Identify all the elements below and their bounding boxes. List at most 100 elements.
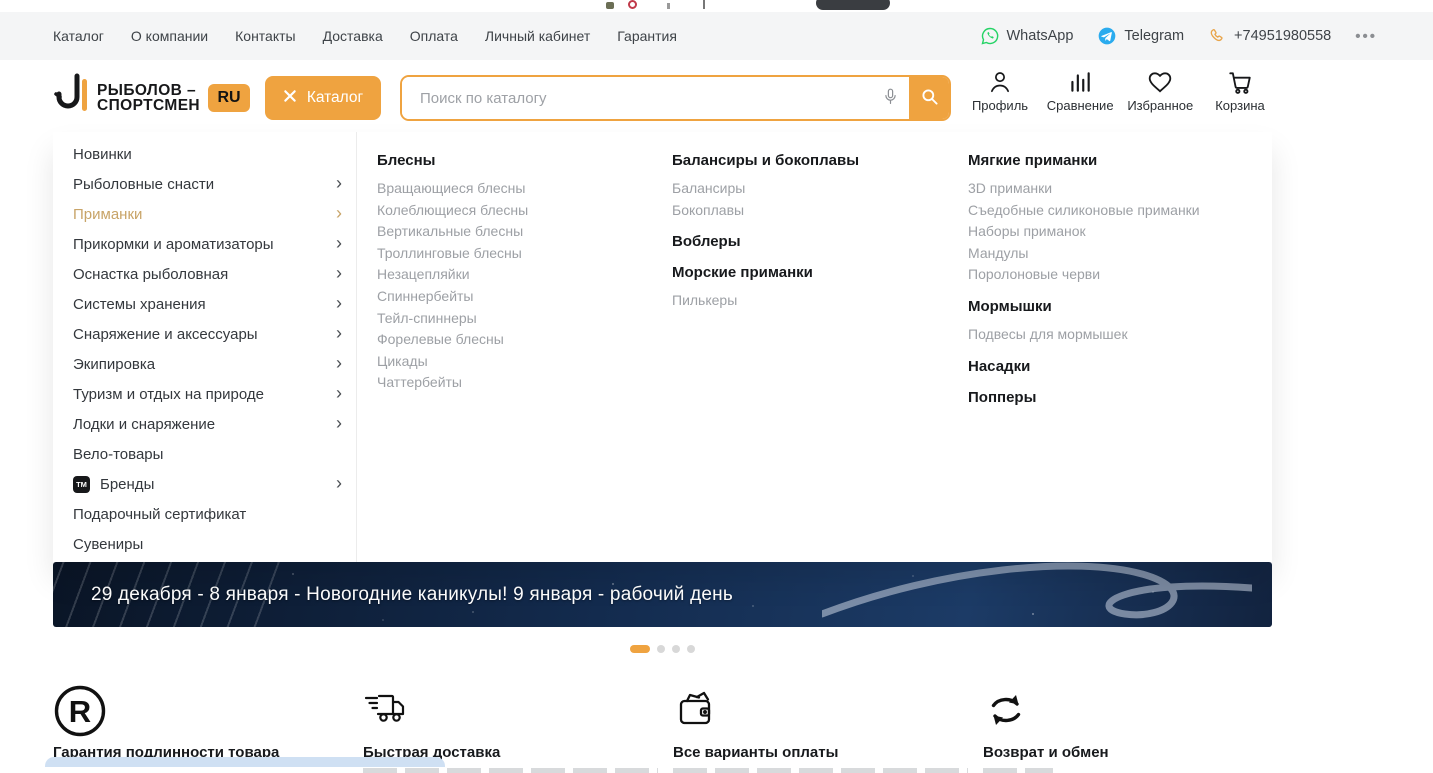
banner-swirl-decoration (822, 562, 1252, 627)
submenu-group: Мормышки Подвесы для мормышек (968, 296, 1252, 346)
submenu-title[interactable]: Попперы (968, 387, 1252, 408)
sidebar-item-label: Бренды (100, 476, 154, 493)
carousel-dot[interactable] (630, 645, 650, 653)
topbar-link[interactable]: Каталог (53, 28, 104, 44)
sidebar-item[interactable]: Лодки и снаряжение› (53, 409, 356, 439)
search-icon (920, 87, 939, 109)
telegram-link[interactable]: Telegram (1097, 26, 1184, 46)
cart-icon (1227, 69, 1253, 95)
browser-artifact-icon (667, 3, 670, 9)
submenu-item[interactable]: Поролоновые черви (968, 264, 1252, 286)
sidebar-item[interactable]: Туризм и отдых на природе› (53, 379, 356, 409)
submenu-item[interactable]: Колеблющиеся блесны (377, 200, 652, 222)
heart-icon (1147, 69, 1173, 95)
promo-banner[interactable]: 29 декабря - 8 января - Новогодние каник… (53, 562, 1272, 627)
submenu-item[interactable]: Бокоплавы (672, 200, 948, 222)
submenu-item[interactable]: Наборы приманок (968, 221, 1252, 243)
submenu-group: Балансиры и бокоплавы БалансирыБокоплавы (672, 150, 948, 221)
catalog-button[interactable]: Каталог (265, 76, 381, 120)
compare-button[interactable]: Сравнение (1047, 69, 1114, 113)
submenu-item[interactable]: Форелевые блесны (377, 329, 652, 351)
submenu-item[interactable]: Вращающиеся блесны (377, 178, 652, 200)
submenu-item[interactable]: Вертикальные блесны (377, 221, 652, 243)
submenu-title[interactable]: Морские приманки (672, 262, 948, 283)
browser-artifact-icon (628, 0, 637, 9)
submenu-group: Насадки (968, 356, 1252, 377)
chevron-right-icon: › (336, 294, 342, 312)
submenu-title[interactable]: Воблеры (672, 231, 948, 252)
submenu-item[interactable]: Спиннербейты (377, 286, 652, 308)
tm-badge-icon: TM (73, 476, 90, 493)
submenu-item[interactable]: Тейл-спиннеры (377, 308, 652, 330)
search-input[interactable] (402, 77, 871, 119)
search-submit-button[interactable] (909, 77, 949, 119)
browser-tab-pill (816, 0, 890, 10)
chevron-right-icon: › (336, 324, 342, 342)
profile-button[interactable]: Профиль (967, 69, 1033, 113)
carousel-dot[interactable] (672, 645, 680, 653)
sidebar-item[interactable]: Подарочный сертификат (53, 499, 356, 529)
submenu-item[interactable]: Чаттербейты (377, 372, 652, 394)
topbar-links: Каталог О компании Контакты Доставка Оплата Л… (53, 28, 677, 44)
submenu-column-3: Мягкие приманки 3D приманкиСъедобные сили… (948, 150, 1252, 562)
user-icon (987, 69, 1013, 95)
whatsapp-icon (980, 26, 1000, 46)
submenu-item[interactable]: 3D приманки (968, 178, 1252, 200)
more-menu-button[interactable]: ••• (1355, 28, 1377, 45)
sidebar-item[interactable]: TMБренды› (53, 469, 356, 499)
close-icon (283, 89, 297, 108)
clipped-subtext (363, 768, 658, 773)
carousel-dot[interactable] (657, 645, 665, 653)
browser-artifact-icon (703, 0, 705, 9)
cart-button[interactable]: Корзина (1207, 69, 1273, 113)
submenu-item[interactable]: Подвесы для мормышек (968, 324, 1252, 346)
topbar-link[interactable]: Гарантия (617, 28, 677, 44)
sidebar-item[interactable]: Системы хранения› (53, 289, 356, 319)
topbar-link[interactable]: О компании (131, 28, 208, 44)
submenu-title[interactable]: Насадки (968, 356, 1252, 377)
sidebar-item-label: Подарочный сертификат (73, 506, 246, 523)
carousel-dot[interactable] (687, 645, 695, 653)
phone-link[interactable]: +74951980558 (1208, 27, 1331, 46)
topbar-link[interactable]: Личный кабинет (485, 28, 590, 44)
topbar-link[interactable]: Доставка (323, 28, 383, 44)
topbar-link[interactable]: Оплата (410, 28, 458, 44)
submenu-item[interactable]: Пилькеры (672, 290, 948, 312)
submenu-title[interactable]: Блесны (377, 150, 652, 171)
cart-label: Корзина (1215, 98, 1265, 113)
sidebar-item[interactable]: Вело-товары (53, 439, 356, 469)
submenu-item[interactable]: Незацепляйки (377, 264, 652, 286)
voice-search-button[interactable] (871, 77, 909, 119)
sidebar-item[interactable]: Экипировка› (53, 349, 356, 379)
submenu-title[interactable]: Мягкие приманки (968, 150, 1252, 171)
submenu-title[interactable]: Балансиры и бокоплавы (672, 150, 948, 171)
sidebar-item[interactable]: Рыболовные снасти› (53, 169, 356, 199)
logo-ru-badge: RU (208, 84, 250, 112)
sidebar-item[interactable]: Снаряжение и аксессуары› (53, 319, 356, 349)
sidebar-item-label: Рыболовные снасти (73, 176, 214, 193)
submenu-title[interactable]: Мормышки (968, 296, 1252, 317)
site-logo[interactable]: РЫБОЛОВ – СПОРТСМЕН RU (53, 72, 250, 123)
logo-text: РЫБОЛОВ – СПОРТСМЕН (97, 83, 200, 113)
sidebar-item[interactable]: Новинки (53, 139, 356, 169)
submenu-group: Блесны Вращающиеся блесныКолеблющиеся бле… (377, 150, 652, 394)
submenu-item[interactable]: Троллинговые блесны (377, 243, 652, 265)
microphone-icon (882, 87, 899, 110)
sidebar-item[interactable]: Оснастка рыболовная› (53, 259, 356, 289)
sidebar-item[interactable]: Прикормки и ароматизаторы› (53, 229, 356, 259)
site-header: РЫБОЛОВ – СПОРТСМЕН RU Каталог Профиль (0, 60, 1433, 132)
whatsapp-link[interactable]: WhatsApp (980, 26, 1074, 46)
submenu-item[interactable]: Балансиры (672, 178, 948, 200)
feature-title: Возврат и обмен (983, 744, 1293, 761)
catalog-sidebar: НовинкиРыболовные снасти›Приманки›Прикор… (53, 132, 357, 562)
submenu-item[interactable]: Съедобные силиконовые приманки (968, 200, 1252, 222)
submenu-item[interactable]: Мандулы (968, 243, 1252, 265)
fishhook-logo-icon (53, 72, 89, 123)
favorites-button[interactable]: Избранное (1127, 69, 1193, 113)
sidebar-item[interactable]: Сувениры (53, 529, 356, 559)
sidebar-item-label: Оснастка рыболовная (73, 266, 228, 283)
topbar-link[interactable]: Контакты (235, 28, 295, 44)
sidebar-item[interactable]: Приманки› (53, 199, 356, 229)
catalog-button-label: Каталог (307, 89, 363, 107)
submenu-item[interactable]: Цикады (377, 351, 652, 373)
